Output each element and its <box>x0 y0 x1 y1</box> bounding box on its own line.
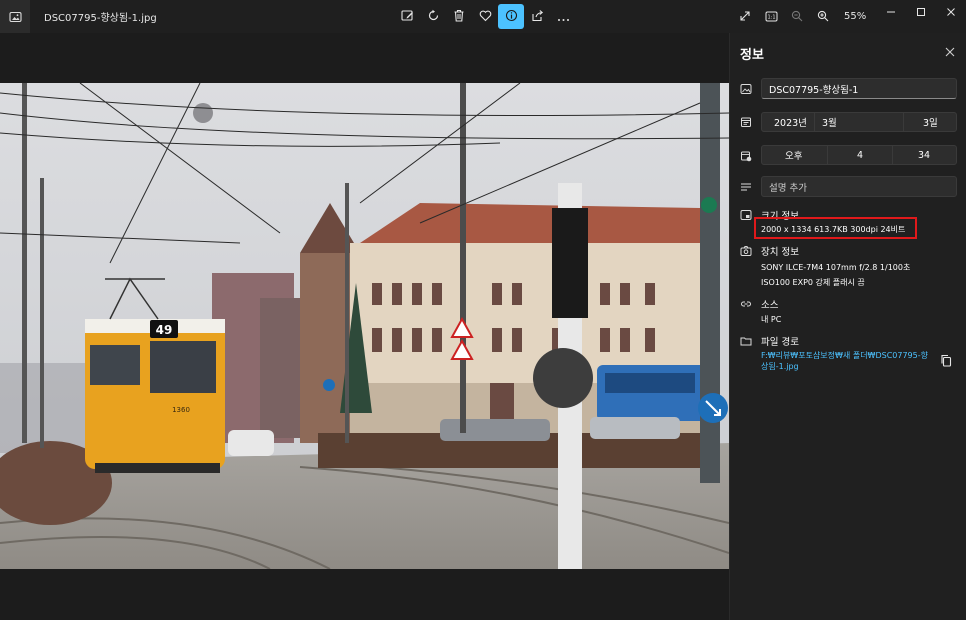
zoom-out-icon <box>791 7 803 26</box>
close-window-button[interactable] <box>936 0 966 22</box>
device-info-line2: ISO100 EXP0 강제 플래시 끔 <box>761 278 865 287</box>
file-path-title: 파일 경로 <box>761 337 799 348</box>
photo-tram-street[interactable]: 49 1360 <box>0 83 729 569</box>
share-button[interactable] <box>524 4 550 29</box>
minimize-button[interactable] <box>876 0 906 22</box>
svg-text:1:1: 1:1 <box>767 15 775 21</box>
rotate-button[interactable] <box>420 4 446 29</box>
actual-size-icon: 1:1 <box>765 7 778 26</box>
clock-calendar-icon <box>740 150 752 162</box>
share-icon <box>531 7 544 26</box>
maximize-button[interactable] <box>906 0 936 22</box>
actual-size-button[interactable]: 1:1 <box>758 4 784 29</box>
more-icon <box>557 7 570 26</box>
date-year[interactable]: 2023년 <box>762 113 815 131</box>
toolbar <box>394 4 576 29</box>
copy-path-button[interactable] <box>939 354 953 368</box>
time-picker[interactable]: 오후 4 34 <box>761 145 957 165</box>
fullscreen-button[interactable] <box>732 4 758 29</box>
source-value: 내 PC <box>761 315 782 324</box>
time-ampm[interactable]: 오후 <box>762 146 828 164</box>
image-icon <box>740 83 752 95</box>
zoom-in-icon <box>817 7 829 26</box>
source-title: 소스 <box>761 300 779 311</box>
date-day[interactable]: 3일 <box>904 113 956 131</box>
info-panel: 정보 DSC07795-향상됨-1 2023년 3월 3일 오후 4 34 설명… <box>729 33 966 620</box>
maximize-icon <box>916 2 926 21</box>
edit-image-button[interactable] <box>394 4 420 29</box>
close-panel-button[interactable] <box>942 43 958 59</box>
favorite-button[interactable] <box>472 4 498 29</box>
highlight-annotation <box>754 217 917 239</box>
calendar-icon <box>740 116 752 128</box>
view-controls: 1:1 55% <box>732 4 866 29</box>
zoom-level: 55% <box>844 11 867 22</box>
panel-title: 정보 <box>740 48 764 63</box>
edit-image-icon <box>400 7 414 26</box>
more-options-button[interactable] <box>550 4 576 29</box>
favorite-icon <box>479 7 492 26</box>
image-size-icon <box>740 209 752 221</box>
info-icon <box>505 7 518 26</box>
file-path-link[interactable]: F:₩리뷰₩포토샵보정₩새 폴더₩DSC07795-향상됨-1.jpg <box>761 350 929 372</box>
link-icon <box>740 298 752 310</box>
zoom-in-button[interactable] <box>810 4 836 29</box>
zoom-out-button[interactable] <box>784 4 810 29</box>
window-controls <box>876 0 966 22</box>
tram-route-number: 49 <box>156 323 173 337</box>
delete-button[interactable] <box>446 4 472 29</box>
photo-viewer[interactable]: 49 1360 <box>0 33 729 620</box>
description-icon <box>740 181 752 193</box>
expand-icon <box>739 7 751 26</box>
rotate-icon <box>427 7 440 26</box>
info-button[interactable] <box>498 4 524 29</box>
close-icon <box>945 42 955 61</box>
photos-app-window: DSC07795-향상됨-1.jpg 1:1 55% 49 1360 정보 DS… <box>0 0 966 620</box>
file-name-field[interactable]: DSC07795-향상됨-1 <box>761 78 957 99</box>
app-icon[interactable] <box>0 0 30 33</box>
folder-icon <box>740 335 752 347</box>
device-info-line1: SONY ILCE-7M4 107mm f/2.8 1/100초 <box>761 263 911 272</box>
device-info-title: 장치 정보 <box>761 247 799 258</box>
close-icon <box>946 2 956 21</box>
tram-fleet-number: 1360 <box>172 406 190 414</box>
title-bar: DSC07795-향상됨-1.jpg 1:1 55% <box>0 0 966 33</box>
file-name-title: DSC07795-향상됨-1.jpg <box>44 13 157 24</box>
minimize-icon <box>886 2 896 21</box>
camera-icon <box>740 245 752 257</box>
copy-icon <box>940 352 952 371</box>
date-picker[interactable]: 2023년 3월 3일 <box>761 112 957 132</box>
date-month[interactable]: 3월 <box>815 113 904 131</box>
description-field[interactable]: 설명 추가 <box>761 176 957 197</box>
time-hour[interactable]: 4 <box>828 146 893 164</box>
time-minute[interactable]: 34 <box>893 146 956 164</box>
delete-icon <box>453 7 465 26</box>
